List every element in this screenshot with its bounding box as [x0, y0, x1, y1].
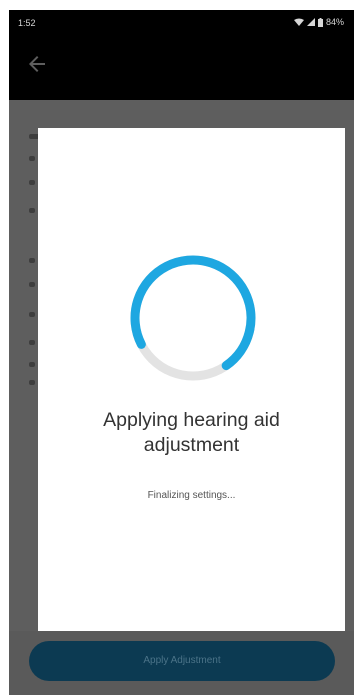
background-text-line	[29, 312, 35, 317]
signal-icon	[306, 18, 315, 26]
progress-spinner	[130, 255, 256, 381]
background-text-line	[29, 258, 35, 263]
dialog-title-line2: adjustment	[143, 434, 240, 456]
background-text-line	[29, 208, 35, 213]
progress-dialog: Applying hearing aid adjustment Finalizi…	[38, 128, 345, 631]
status-icons: 84%	[293, 17, 344, 27]
status-time: 1:52	[18, 18, 36, 28]
status-bar: 1:52 84%	[9, 10, 354, 36]
background-text-line	[29, 180, 35, 185]
dialog-message: Finalizing settings...	[147, 490, 236, 501]
background-text-line	[29, 156, 35, 161]
back-arrow-icon[interactable]	[25, 52, 49, 76]
bottom-bar: Apply Adjustment	[9, 631, 354, 695]
background-text-line	[29, 282, 35, 287]
screen: 1:52 84% Applying hearing aid adjustment…	[9, 10, 354, 695]
wifi-icon	[293, 18, 304, 26]
background-text-line	[29, 362, 35, 367]
app-bar	[9, 36, 354, 100]
background-text-line	[29, 340, 35, 345]
background-text-line	[29, 380, 35, 385]
battery-percent: 84%	[325, 17, 344, 27]
battery-icon	[317, 17, 323, 27]
dialog-title-line1: Applying hearing aid	[103, 409, 280, 431]
apply-adjustment-button[interactable]: Apply Adjustment	[29, 641, 335, 681]
dialog-title: Applying hearing aid adjustment	[38, 408, 345, 458]
